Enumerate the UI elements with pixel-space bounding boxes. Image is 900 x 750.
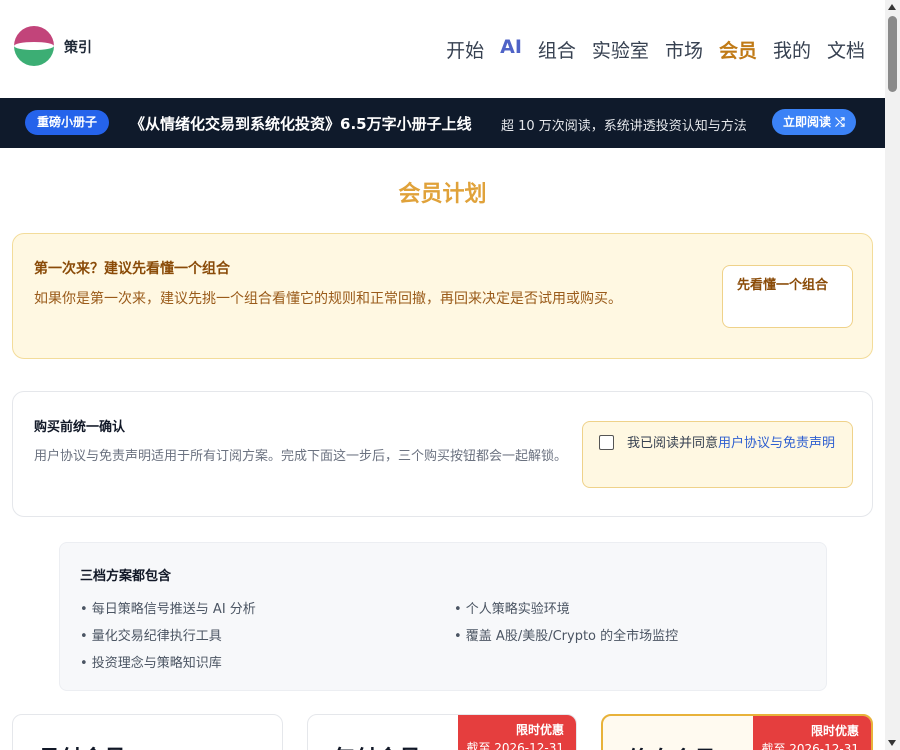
promo-title: 限时优惠 — [810, 724, 859, 738]
confirm-title: 购买前统一确认 — [34, 420, 126, 435]
nav-mine[interactable]: 我的 — [773, 36, 811, 63]
logo-icon[interactable] — [14, 26, 54, 66]
nav-start[interactable]: 开始 — [446, 36, 484, 63]
scroll-up-icon[interactable] — [888, 4, 896, 10]
promo-banner: 重磅小册子 《从情绪化交易到系统化投资》6.5万字小册子上线 超 10 万次阅读… — [0, 98, 885, 148]
promo-title: 限时优惠 — [515, 723, 564, 737]
brand-name[interactable]: 策引 — [64, 37, 92, 57]
plan-name: 年付会员 — [333, 741, 421, 750]
header: 策引 开始 AI 组合 实验室 市场 会员 我的 文档 — [0, 0, 885, 98]
scroll-thumb[interactable] — [888, 16, 897, 92]
feature-item: • 每日策略信号推送与 AI 分析 — [80, 602, 256, 617]
promo-badge: 限时优惠 截至 2026-12-31 — [458, 715, 576, 750]
agree-label: 我已阅读并同意用户协议与免责声明 — [627, 433, 837, 455]
page-title: 会员计划 — [398, 182, 487, 207]
nav-portfolio[interactable]: 组合 — [538, 36, 576, 63]
feature-item: • 个人策略实验环境 — [454, 602, 570, 617]
confirm-text: 用户协议与免责声明适用于所有订阅方案。完成下面这一步后，三个购买按钮都会一起解锁… — [34, 449, 568, 464]
nav-membership[interactable]: 会员 — [719, 36, 757, 63]
first-visit-notice: 第一次来？建议先看懂一个组合 如果你是第一次来，建议先挑一个组合看懂它的规则和正… — [12, 233, 873, 359]
agree-checkbox[interactable] — [599, 435, 614, 450]
promo-badge: 限时优惠 截至 2026-12-31 — [753, 716, 871, 750]
promo-date: 截至 2026-12-31 — [761, 742, 859, 750]
purchase-confirm-card: 购买前统一确认 用户协议与免责声明适用于所有订阅方案。完成下面这一步后，三个购买… — [12, 391, 873, 517]
banner-title: 《从情绪化交易到系统化投资》6.5万字小册子上线 — [130, 115, 472, 133]
main-nav: 开始 AI 组合 实验室 市场 会员 我的 文档 — [446, 36, 865, 63]
view-portfolio-button[interactable]: 先看懂一个组合 — [722, 265, 853, 328]
plan-name: 终身会员 — [628, 742, 716, 750]
plan-card-lifetime[interactable]: 终身会员 限时优惠 截至 2026-12-31 — [601, 714, 873, 750]
nav-lab[interactable]: 实验室 — [592, 36, 649, 63]
agree-prefix: 我已阅读并同意 — [627, 436, 719, 451]
notice-text: 如果你是第一次来，建议先挑一个组合看懂它的规则和正常回撤，再回来决定是否试用或购… — [34, 291, 622, 307]
nav-ai[interactable]: AI — [500, 36, 522, 63]
agree-box: 我已阅读并同意用户协议与免责声明 — [582, 421, 853, 488]
plan-includes: 三档方案都包含 • 每日策略信号推送与 AI 分析 • 个人策略实验环境 • 量… — [59, 542, 827, 691]
scrollbar[interactable] — [885, 0, 900, 750]
promo-date: 截至 2026-12-31 — [466, 741, 564, 750]
nav-market[interactable]: 市场 — [665, 36, 703, 63]
plan-name: 月付会员 — [38, 741, 126, 750]
banner-subtitle: 超 10 万次阅读，系统讲透投资认知与方法 — [501, 119, 747, 134]
feature-item: • 覆盖 A股/美股/Crypto 的全市场监控 — [454, 629, 679, 644]
feature-item: • 投资理念与策略知识库 — [80, 656, 222, 671]
feature-item: • 量化交易纪律执行工具 — [80, 629, 222, 644]
plan-card-yearly[interactable]: 年付会员 限时优惠 截至 2026-12-31 — [307, 714, 577, 750]
read-now-button[interactable]: 立即阅读 ⤭ — [772, 109, 856, 135]
notice-title: 第一次来？建议先看懂一个组合 — [34, 261, 230, 277]
banner-tag: 重磅小册子 — [25, 110, 110, 135]
includes-title: 三档方案都包含 — [80, 569, 172, 584]
nav-docs[interactable]: 文档 — [827, 36, 865, 63]
scroll-down-icon[interactable] — [888, 740, 896, 746]
plan-card-monthly[interactable]: 月付会员 — [12, 714, 283, 750]
terms-link[interactable]: 用户协议与免责声明 — [718, 436, 835, 451]
